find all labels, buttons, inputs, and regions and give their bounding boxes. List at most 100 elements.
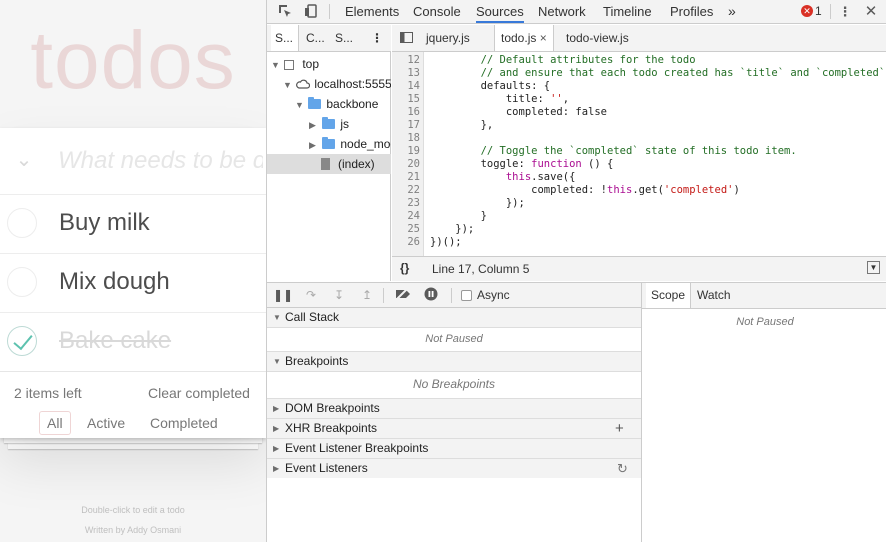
filter-active[interactable]: Active xyxy=(79,411,133,435)
line-number[interactable]: 23 xyxy=(392,197,420,210)
section-call-stack[interactable]: ▼ Call Stack xyxy=(267,308,641,328)
filter-completed[interactable]: Completed xyxy=(142,411,226,435)
filter-all[interactable]: All xyxy=(39,411,71,435)
chevron-down-icon[interactable]: ⌄ xyxy=(12,148,36,172)
triangle-down-icon: ▼ xyxy=(273,357,281,366)
inspect-element-icon[interactable] xyxy=(273,0,297,23)
line-number[interactable]: 24 xyxy=(392,210,420,223)
tab-timeline[interactable]: Timeline xyxy=(603,0,652,23)
async-checkbox[interactable] xyxy=(461,290,472,301)
todo-label[interactable]: Bake cake xyxy=(59,327,171,355)
tree-label: js xyxy=(340,117,350,131)
triangle-down-icon: ▼ xyxy=(273,313,281,322)
tree-label: (index) xyxy=(338,157,375,171)
error-count[interactable]: 1 xyxy=(815,0,822,23)
tab-navigator-snippets[interactable]: S... xyxy=(331,25,353,51)
async-label: Async xyxy=(477,288,510,302)
editor-status-bar: {} Line 17, Column 5 ▼ xyxy=(392,256,886,281)
section-event-listeners[interactable]: ▶ Event Listeners ↻ xyxy=(267,459,641,479)
tab-profiles[interactable]: Profiles xyxy=(670,0,713,23)
todo-toggle-checkbox[interactable] xyxy=(7,208,37,238)
line-number[interactable]: 20 xyxy=(392,158,420,171)
line-number[interactable]: 16 xyxy=(392,106,420,119)
section-dom-breakpoints[interactable]: ▶ DOM Breakpoints xyxy=(267,399,641,419)
editor-tab-todo-view[interactable]: todo-view.js xyxy=(560,25,635,51)
step-over-icon[interactable]: ↷ xyxy=(299,283,323,308)
line-number[interactable]: 22 xyxy=(392,184,420,197)
editor-tab-jquery[interactable]: jquery.js xyxy=(420,25,476,51)
add-xhr-breakpoint-icon[interactable]: + xyxy=(615,419,624,438)
tree-item-index[interactable]: (index) xyxy=(267,154,391,174)
triangle-down-icon: ▼ xyxy=(271,60,280,70)
line-number[interactable]: 15 xyxy=(392,93,420,106)
close-tab-icon[interactable]: × xyxy=(540,31,547,45)
tab-scope[interactable]: Scope xyxy=(646,283,692,308)
frame-icon xyxy=(284,60,295,70)
todo-label[interactable]: Buy milk xyxy=(59,209,150,237)
folder-icon xyxy=(308,97,322,109)
tab-sources[interactable]: Sources xyxy=(476,0,524,23)
step-into-icon[interactable]: ↧ xyxy=(327,283,351,308)
tree-item-js[interactable]: ▶ js xyxy=(267,114,391,134)
section-breakpoints[interactable]: ▼ Breakpoints xyxy=(267,352,641,372)
line-number[interactable]: 25 xyxy=(392,223,420,236)
toggle-debugger-icon[interactable]: ▼ xyxy=(867,261,880,274)
toolbar-divider xyxy=(451,288,452,303)
editor-tab-todo[interactable]: todo.js × xyxy=(494,25,554,51)
toolbar-divider xyxy=(383,288,384,303)
line-number[interactable]: 17 xyxy=(392,119,420,132)
tab-console[interactable]: Console xyxy=(413,0,461,23)
code-editor[interactable]: 12 13 14 15 16 17 18 19 20 21 22 23 24 25 26 // Defaul… xyxy=(392,52,886,256)
line-number[interactable]: 21 xyxy=(392,171,420,184)
toggle-navigator-icon[interactable] xyxy=(394,25,419,51)
todo-toggle-checkbox[interactable] xyxy=(7,326,37,356)
line-number-gutter: 12 13 14 15 16 17 18 19 20 21 22 23 24 25 26 xyxy=(392,52,424,256)
pause-icon[interactable]: ❚❚ xyxy=(271,283,295,308)
tab-navigator-sources[interactable]: S... xyxy=(271,25,299,51)
todo-label[interactable]: Mix dough xyxy=(59,268,170,296)
code-line: } xyxy=(430,210,487,222)
debugger-empty-area xyxy=(267,478,641,542)
section-event-listener-breakpoints[interactable]: ▶ Event Listener Breakpoints xyxy=(267,439,641,459)
tree-item-top[interactable]: ▼ top xyxy=(267,54,391,74)
line-number[interactable]: 18 xyxy=(392,132,420,145)
step-out-icon[interactable]: ↥ xyxy=(355,283,379,308)
pretty-print-button[interactable]: {} xyxy=(400,261,409,275)
tab-watch[interactable]: Watch xyxy=(692,283,736,308)
line-number[interactable]: 12 xyxy=(392,54,420,67)
section-xhr-breakpoints[interactable]: ▶ XHR Breakpoints + xyxy=(267,419,641,439)
line-number[interactable]: 13 xyxy=(392,67,420,80)
tab-navigator-content-scripts[interactable]: C... xyxy=(302,25,325,51)
line-number[interactable]: 14 xyxy=(392,80,420,93)
section-title: DOM Breakpoints xyxy=(285,401,380,415)
tree-item-localhost[interactable]: ▼ localhost:5555 xyxy=(267,74,391,94)
folder-icon xyxy=(322,117,336,129)
error-icon[interactable]: ✕ xyxy=(801,5,813,17)
refresh-icon[interactable]: ↻ xyxy=(617,459,628,478)
pause-on-exceptions-icon[interactable] xyxy=(419,283,443,308)
new-todo-input[interactable] xyxy=(58,144,263,178)
code-line: })(); xyxy=(430,236,462,248)
deactivate-breakpoints-icon[interactable] xyxy=(391,283,415,308)
code-line: this.save({ xyxy=(505,171,576,183)
device-mode-icon[interactable] xyxy=(299,0,323,23)
more-tabs-icon[interactable]: » xyxy=(728,0,736,23)
todo-toggle-checkbox[interactable] xyxy=(7,267,37,297)
line-number[interactable]: 26 xyxy=(392,236,420,249)
customize-menu-icon[interactable]: ⋮ xyxy=(833,0,857,23)
tab-network[interactable]: Network xyxy=(538,0,586,23)
tree-item-node-modules[interactable]: ▶ node_modules xyxy=(267,134,391,154)
cursor-position: Line 17, Column 5 xyxy=(432,262,530,276)
tree-item-backbone[interactable]: ▼ backbone xyxy=(267,94,391,114)
clear-completed-button[interactable]: Clear completed xyxy=(148,385,250,401)
code-line: completed: !this.get('completed') xyxy=(430,184,740,196)
navigator-menu-icon[interactable]: ⋮ xyxy=(367,25,383,51)
tab-elements[interactable]: Elements xyxy=(345,0,399,23)
line-number[interactable]: 19 xyxy=(392,145,420,158)
editor-tabs: jquery.js todo.js × todo-view.js xyxy=(392,25,886,52)
triangle-right-icon: ▶ xyxy=(273,444,280,453)
section-title: Breakpoints xyxy=(285,354,349,368)
close-icon[interactable]: ✕ xyxy=(859,0,883,23)
toolbar-divider xyxy=(830,4,831,19)
triangle-right-icon: ▶ xyxy=(273,464,280,473)
